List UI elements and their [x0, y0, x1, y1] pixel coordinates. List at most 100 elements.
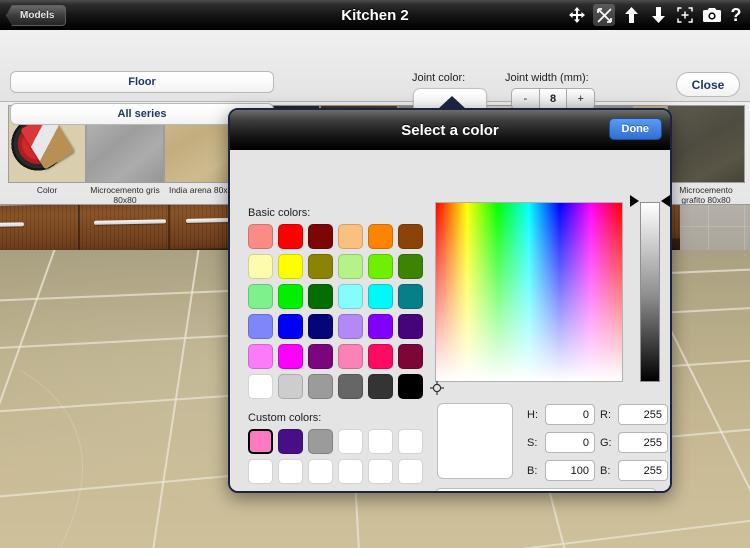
add-target-icon[interactable]: [674, 4, 696, 26]
basic-color-swatch[interactable]: [308, 374, 333, 399]
green-label: G:: [600, 436, 612, 449]
basic-color-swatch[interactable]: [278, 254, 303, 279]
material-swatch: [667, 105, 745, 183]
red-field-row: R: 255: [600, 404, 668, 425]
custom-color-swatch[interactable]: [338, 459, 363, 484]
basic-color-swatch[interactable]: [248, 374, 273, 399]
color-gradient-picker[interactable]: [435, 202, 623, 382]
done-button[interactable]: Done: [608, 118, 662, 140]
gradient-cursor-icon[interactable]: [430, 381, 444, 395]
basic-color-swatch[interactable]: [248, 314, 273, 339]
custom-colors-label: Custom colors:: [248, 412, 322, 424]
basic-color-swatch[interactable]: [398, 224, 423, 249]
brightness-field-row: B: 100: [527, 460, 595, 481]
basic-color-swatch[interactable]: [278, 374, 303, 399]
basic-color-swatch[interactable]: [248, 284, 273, 309]
basic-color-swatch[interactable]: [278, 224, 303, 249]
joint-width-value: 8: [539, 89, 568, 109]
basic-color-swatch[interactable]: [368, 224, 393, 249]
basic-color-swatch[interactable]: [278, 284, 303, 309]
basic-color-swatch[interactable]: [338, 254, 363, 279]
joint-width-decrement-button[interactable]: -: [512, 89, 540, 109]
basic-color-swatch[interactable]: [338, 344, 363, 369]
material-thumbnail[interactable]: Microcemento grafito 80x80: [667, 105, 745, 205]
basic-color-swatch[interactable]: [338, 284, 363, 309]
basic-color-swatch[interactable]: [308, 254, 333, 279]
saturation-input[interactable]: 0: [545, 432, 595, 453]
hue-label: H:: [527, 408, 538, 421]
basic-color-swatch[interactable]: [278, 344, 303, 369]
basic-color-swatch[interactable]: [398, 314, 423, 339]
hue-input[interactable]: 0: [545, 404, 595, 425]
brightness-label: B:: [527, 464, 538, 477]
add-to-custom-colors-button[interactable]: Add to custom colors: [435, 488, 657, 491]
custom-color-swatch[interactable]: [398, 429, 423, 454]
saturation-field-row: S: 0: [527, 432, 595, 453]
basic-color-swatch[interactable]: [278, 314, 303, 339]
arrow-up-icon[interactable]: [620, 4, 642, 26]
custom-color-swatch[interactable]: [278, 459, 303, 484]
basic-color-swatch[interactable]: [308, 284, 333, 309]
custom-color-swatch[interactable]: [248, 459, 273, 484]
basic-color-swatch[interactable]: [398, 374, 423, 399]
material-label: Microcemento grafito 80x80: [679, 185, 733, 205]
custom-color-swatch[interactable]: [368, 429, 393, 454]
hue-field-row: H: 0: [527, 404, 595, 425]
joint-width-label: Joint width (mm):: [505, 72, 589, 84]
basic-colors-label: Basic colors:: [248, 207, 311, 219]
custom-color-swatch[interactable]: [368, 459, 393, 484]
material-label: Color: [36, 185, 58, 195]
move-icon[interactable]: [566, 4, 588, 26]
custom-color-swatch[interactable]: [308, 429, 333, 454]
color-preview-swatch: [437, 403, 513, 479]
top-toolbar: Models Kitchen 2 ?: [0, 0, 750, 30]
joint-width-increment-button[interactable]: +: [567, 89, 594, 109]
red-input[interactable]: 255: [618, 404, 668, 425]
custom-color-swatch[interactable]: [248, 429, 273, 454]
custom-color-swatch[interactable]: [338, 429, 363, 454]
basic-color-swatch[interactable]: [338, 224, 363, 249]
basic-color-swatch[interactable]: [248, 254, 273, 279]
blue-input[interactable]: 255: [618, 460, 668, 481]
camera-icon[interactable]: [701, 4, 723, 26]
dialog-body: Basic colors: Custom colors: H: 0 S: 0 B…: [230, 150, 670, 491]
basic-color-swatch[interactable]: [308, 344, 333, 369]
basic-color-swatch[interactable]: [308, 224, 333, 249]
material-label: Microcemento gris 80x80: [90, 185, 160, 205]
toolbar-icon-group: ?: [566, 0, 744, 30]
rotate-icon[interactable]: [593, 4, 615, 26]
custom-color-swatch[interactable]: [278, 429, 303, 454]
red-label: R:: [600, 408, 611, 421]
brightness-slider[interactable]: [640, 202, 660, 382]
arrow-down-icon[interactable]: [647, 4, 669, 26]
basic-color-swatch[interactable]: [368, 254, 393, 279]
basic-color-swatch[interactable]: [368, 374, 393, 399]
help-icon[interactable]: ?: [728, 4, 744, 26]
brightness-marker-right-icon: [661, 195, 670, 207]
green-field-row: G: 255: [600, 432, 668, 453]
basic-color-swatch[interactable]: [338, 374, 363, 399]
custom-colors-grid[interactable]: [248, 429, 423, 484]
basic-color-swatch[interactable]: [368, 284, 393, 309]
basic-color-swatch[interactable]: [398, 254, 423, 279]
select-color-dialog: Select a color Done Basic colors: Custom…: [228, 108, 672, 493]
basic-colors-grid[interactable]: [248, 224, 423, 399]
brightness-marker-left-icon: [630, 195, 639, 207]
basic-color-swatch[interactable]: [248, 224, 273, 249]
basic-color-swatch[interactable]: [308, 314, 333, 339]
basic-color-swatch[interactable]: [398, 284, 423, 309]
joint-color-label: Joint color:: [412, 72, 466, 84]
basic-color-swatch[interactable]: [398, 344, 423, 369]
custom-color-swatch[interactable]: [308, 459, 333, 484]
green-input[interactable]: 255: [618, 432, 668, 453]
close-button[interactable]: Close: [676, 72, 740, 97]
basic-color-swatch[interactable]: [248, 344, 273, 369]
blue-field-row: B: 255: [600, 460, 668, 481]
basic-color-swatch[interactable]: [368, 314, 393, 339]
custom-color-swatch[interactable]: [398, 459, 423, 484]
basic-color-swatch[interactable]: [368, 344, 393, 369]
floor-button[interactable]: Floor: [10, 71, 274, 93]
brightness-input[interactable]: 100: [545, 460, 595, 481]
basic-color-swatch[interactable]: [338, 314, 363, 339]
app-root: Models Kitchen 2 ? Floor All series Join…: [0, 0, 750, 548]
